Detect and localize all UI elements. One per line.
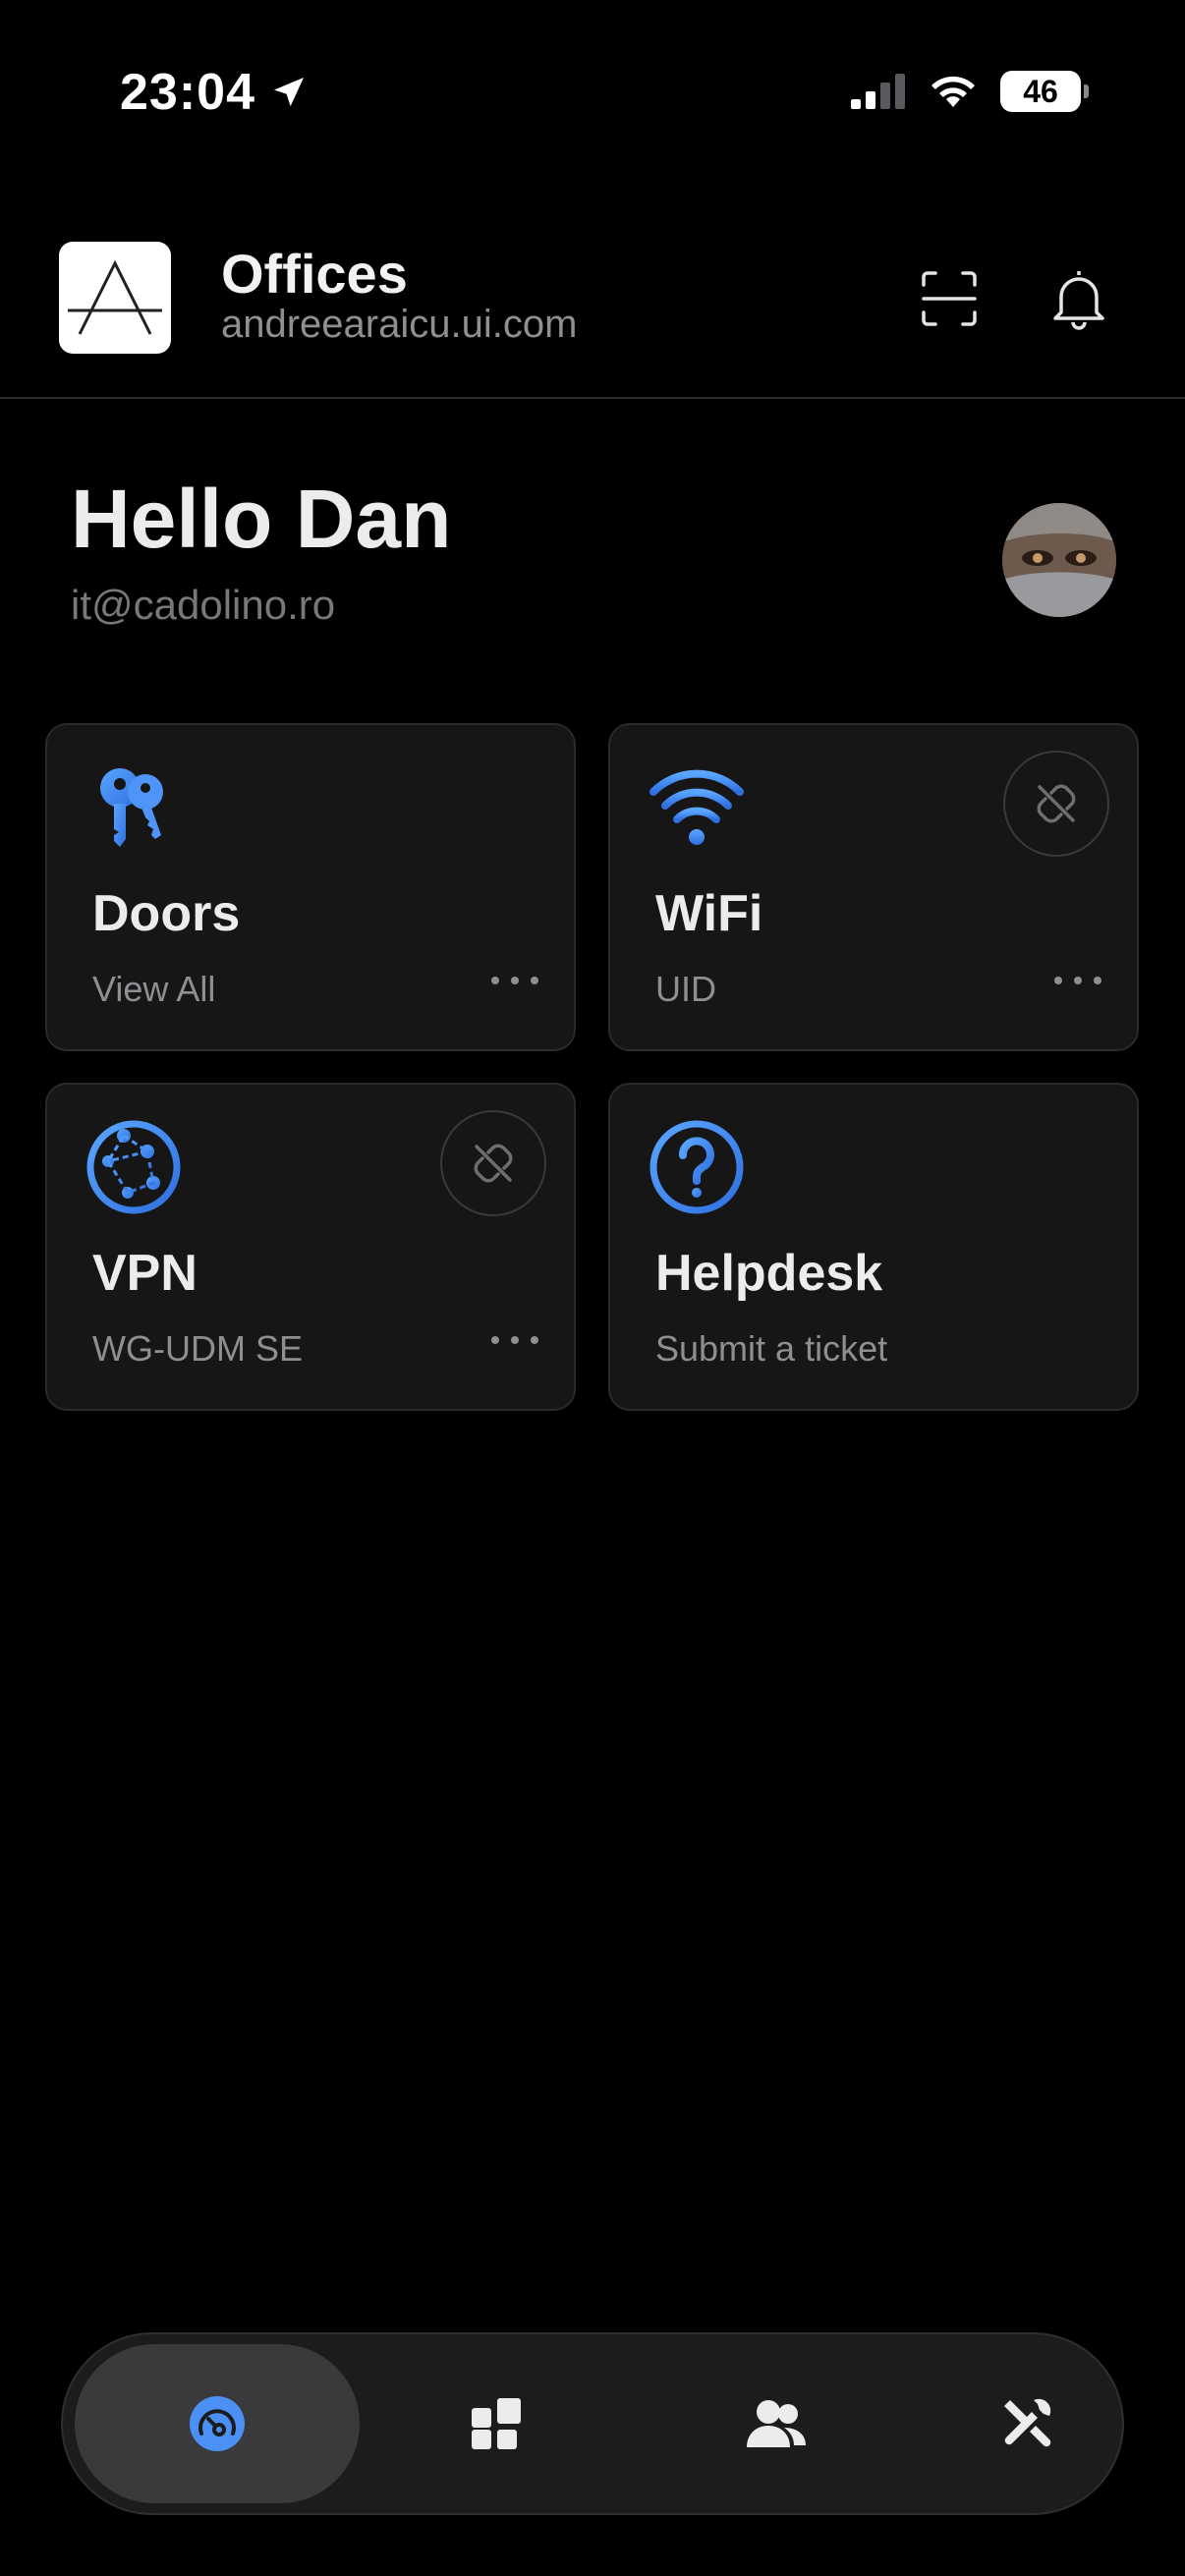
tab-tools[interactable] bbox=[937, 2344, 1114, 2503]
card-title: VPN bbox=[92, 1245, 198, 1302]
card-subtitle: View All bbox=[92, 969, 216, 1009]
card-vpn[interactable]: VPN WG-UDM SE bbox=[45, 1083, 576, 1411]
more-options-button[interactable] bbox=[491, 1336, 538, 1344]
apps-grid-icon bbox=[472, 2398, 521, 2449]
broken-link-icon bbox=[474, 1144, 513, 1183]
card-doors[interactable]: Doors View All bbox=[45, 723, 576, 1051]
more-options-button[interactable] bbox=[1054, 977, 1101, 984]
card-title: WiFi bbox=[655, 885, 763, 942]
site-url: andreearaicu.ui.com bbox=[221, 303, 578, 346]
status-indicators: 46 bbox=[851, 71, 1089, 112]
battery-indicator: 46 bbox=[1000, 71, 1089, 112]
tab-dashboard[interactable] bbox=[75, 2344, 360, 2503]
wifi-status-icon bbox=[931, 76, 975, 107]
site-logo[interactable] bbox=[59, 242, 171, 354]
avatar-image bbox=[1002, 503, 1116, 617]
tab-users[interactable] bbox=[688, 2344, 865, 2503]
more-options-button[interactable] bbox=[491, 977, 538, 984]
tab-apps[interactable] bbox=[409, 2344, 586, 2503]
card-subtitle: WG-UDM SE bbox=[92, 1328, 303, 1369]
scan-icon bbox=[922, 271, 977, 326]
scan-button[interactable] bbox=[914, 263, 985, 334]
bottom-tab-bar bbox=[61, 2332, 1124, 2515]
status-bar: 23:04 46 bbox=[0, 0, 1185, 187]
unlink-button[interactable] bbox=[440, 1110, 546, 1216]
broken-link-icon bbox=[1037, 784, 1076, 823]
tools-icon bbox=[1004, 2398, 1051, 2447]
location-arrow-icon bbox=[274, 78, 304, 107]
status-time: 23:04 bbox=[120, 63, 309, 122]
vpn-network-icon bbox=[86, 1120, 181, 1214]
avatar[interactable] bbox=[1002, 503, 1116, 617]
user-email: it@cadolino.ro bbox=[71, 582, 336, 628]
status-time-text: 23:04 bbox=[120, 64, 255, 121]
users-icon bbox=[747, 2400, 806, 2447]
help-icon bbox=[649, 1120, 744, 1214]
unlink-button[interactable] bbox=[1003, 751, 1109, 857]
notifications-button[interactable] bbox=[1044, 263, 1114, 334]
keys-icon bbox=[100, 768, 163, 847]
signal-icon bbox=[851, 74, 905, 109]
greeting-title: Hello Dan bbox=[71, 473, 452, 565]
card-subtitle: UID bbox=[655, 969, 716, 1009]
site-header: Offices andreearaicu.ui.com bbox=[0, 226, 1185, 399]
site-logo-icon bbox=[68, 259, 162, 335]
card-wifi[interactable]: WiFi UID bbox=[608, 723, 1139, 1051]
wifi-icon bbox=[649, 769, 744, 845]
card-helpdesk[interactable]: Helpdesk Submit a ticket bbox=[608, 1083, 1139, 1411]
card-subtitle: Submit a ticket bbox=[655, 1328, 888, 1369]
card-title: Doors bbox=[92, 885, 241, 942]
card-title: Helpdesk bbox=[655, 1245, 883, 1302]
site-name[interactable]: Offices bbox=[221, 242, 408, 306]
bell-icon bbox=[1053, 271, 1104, 330]
dashboard-gauge-icon bbox=[190, 2396, 245, 2451]
